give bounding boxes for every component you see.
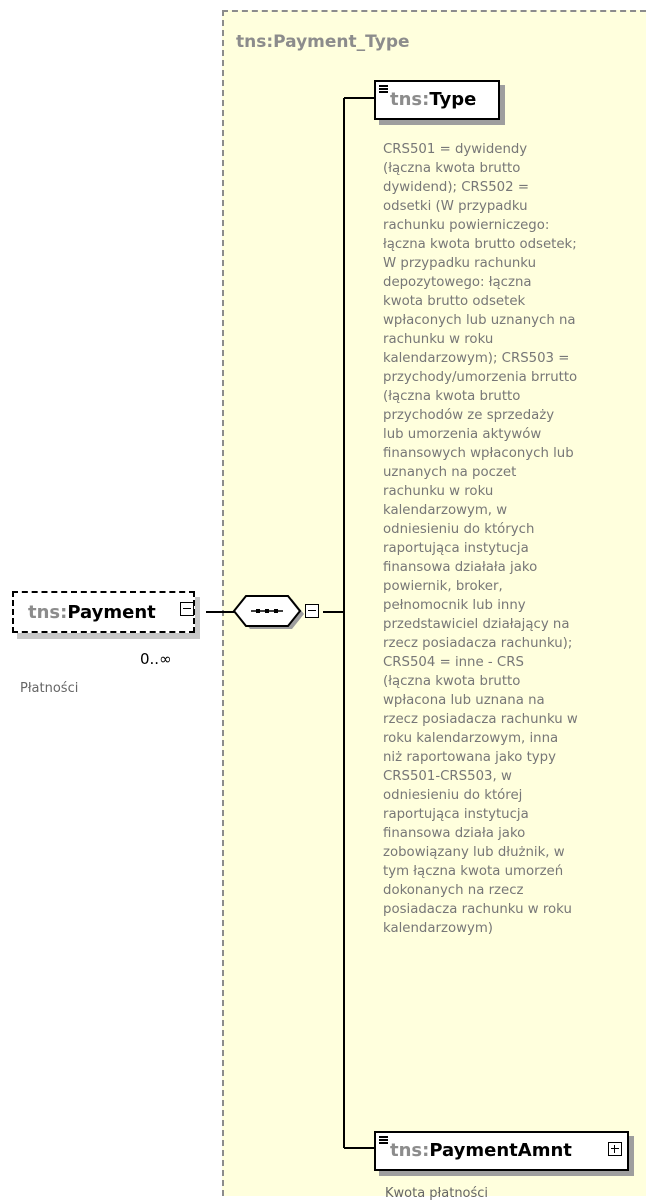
type-annotation-line: rachunku w roku xyxy=(383,484,494,499)
type-annotation-line: W przypadku rachunku xyxy=(383,256,537,271)
type-prefix: tns: xyxy=(390,89,430,110)
type-annotation-line: niż raportowana jako typy xyxy=(383,750,556,765)
type-annotation-line: finansowa działa jako xyxy=(383,826,526,841)
type-annotation-line: odsetki (W przypadku xyxy=(383,199,528,214)
type-annotation-line: tym łączna kwota umorzeń xyxy=(383,864,564,879)
type-name: Type xyxy=(429,89,477,110)
type-annotation-line: dokonanych na rzecz xyxy=(383,883,524,898)
payment-element[interactable]: tns:Payment xyxy=(12,591,195,633)
payment-annotation: Płatności xyxy=(20,681,79,696)
payment-prefix: tns: xyxy=(28,602,68,623)
type-annotation-line: powiernik, broker, xyxy=(383,579,503,594)
type-annotation-line: CRS501-CRS503, w xyxy=(383,769,512,784)
type-annotation-line: dywidend); CRS502 = xyxy=(383,180,529,195)
type-annotation-line: CRS504 = inne - CRS xyxy=(383,655,524,670)
type-annotation-line: zobowiązany lub dłużnik, w xyxy=(383,845,565,860)
type-annotation-line: raportująca instytucja xyxy=(383,541,529,556)
type-annotation-line: przychodów ze sprzedaży xyxy=(383,408,555,423)
type-annotation-line: raportująca instytucja xyxy=(383,807,529,822)
payment-name: Payment xyxy=(67,602,156,623)
type-annotation-line: pełnomocnik lub inny xyxy=(383,598,526,613)
type-annotation-line: kalendarzowym, w xyxy=(383,503,508,518)
type-annotation-line: posiadacza rachunku w roku xyxy=(383,902,572,917)
type-annotation-line: depozytowego: łączna xyxy=(383,275,532,290)
type-annotation-line: wpłacona lub uznana na xyxy=(383,693,545,708)
payment-collapse-minus-icon[interactable] xyxy=(180,602,194,616)
type-annotation-line: (łączna kwota brutto xyxy=(383,674,521,689)
documentation-icon xyxy=(379,1136,388,1144)
type-annotation-line: kwota brutto odsetek xyxy=(383,294,526,309)
type-annotation-line: (łączna kwota brutto xyxy=(383,161,521,176)
payment-amnt-annotation: Kwota płatności xyxy=(385,1186,489,1201)
type-annotation-line: kalendarzowym); CRS503 = xyxy=(383,351,570,366)
amnt-prefix: tns: xyxy=(390,1140,430,1161)
type-annotation-line: roku kalendarzowym, inna xyxy=(383,731,559,746)
payment-occurrence: 0..∞ xyxy=(140,650,172,668)
type-annotation-line: kalendarzowym) xyxy=(383,921,493,936)
type-annotation-line: odniesieniu do której xyxy=(383,788,523,803)
type-annotation-line: finansowych wpłaconych lub xyxy=(383,446,574,461)
type-annotation-line: rachunku powierniczego: xyxy=(383,218,550,233)
type-annotation: CRS501 = dywidendy (łączna kwota brutto dy… xyxy=(383,140,633,938)
sequence-icon xyxy=(256,609,260,613)
payment-amnt-element[interactable]: tns:PaymentAmnt xyxy=(374,1131,629,1171)
type-annotation-line: odniesieniu do których xyxy=(383,522,535,537)
type-annotation-line: łączna kwota brutto odsetek; xyxy=(383,237,577,252)
type-annotation-line: (łączna kwota brutto xyxy=(383,389,521,404)
amnt-name: PaymentAmnt xyxy=(429,1140,572,1161)
documentation-icon xyxy=(379,85,388,93)
type-annotation-line: przedstawiciel działający na xyxy=(383,617,570,632)
type-annotation-line: lub umorzenia aktywów xyxy=(383,427,542,442)
type-element[interactable]: tns:Type xyxy=(374,80,500,120)
type-annotation-line: CRS501 = dywidendy xyxy=(383,142,528,157)
sequence-collapse-minus-icon[interactable] xyxy=(305,604,319,618)
type-annotation-line: rzecz posiadacza rachunku w xyxy=(383,712,578,727)
type-annotation-line: rachunku w roku xyxy=(383,332,494,347)
type-annotation-line: wpłaconych lub uznanych na xyxy=(383,313,576,328)
type-annotation-line: rzecz posiadacza rachunku); xyxy=(383,636,573,651)
payment-amnt-expand-plus-icon[interactable] xyxy=(608,1142,622,1156)
type-annotation-line: uznanych na poczet xyxy=(383,465,517,480)
type-annotation-line: finansowa działała jako xyxy=(383,560,538,575)
type-annotation-line: przychody/umorzenia brrutto xyxy=(383,370,578,385)
